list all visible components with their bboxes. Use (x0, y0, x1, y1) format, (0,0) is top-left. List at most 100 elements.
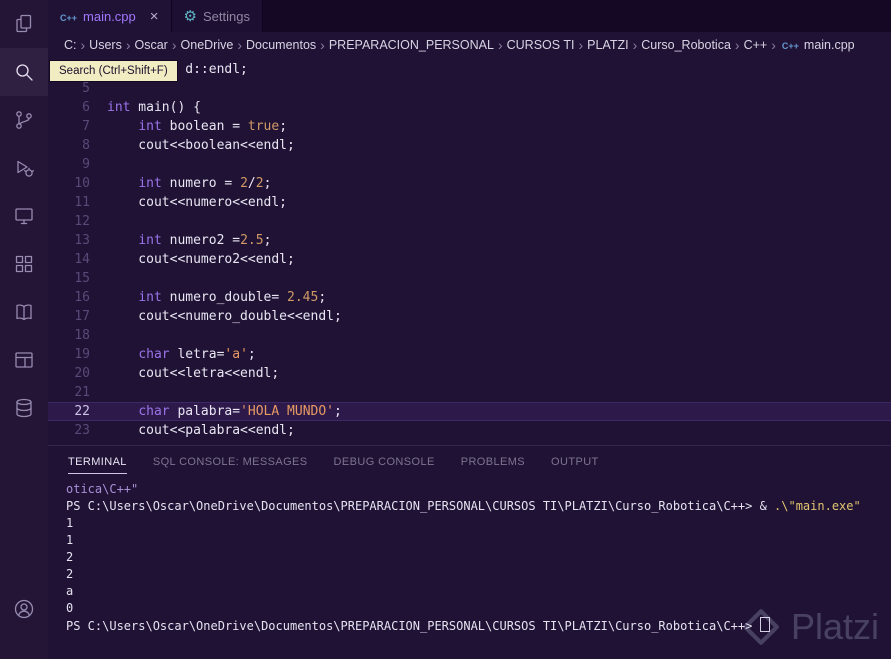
line-number: 16 (74, 290, 90, 305)
remote-explorer-icon[interactable] (0, 192, 48, 240)
code-editor[interactable]: Search (Ctrl+Shift+F) 4 d::endl;56int ma… (48, 58, 891, 445)
code-line[interactable]: 20 cout<<letra<<endl; (48, 364, 891, 383)
code-line[interactable]: 17 cout<<numero_double<<endl; (48, 307, 891, 326)
chevron-right-icon: › (171, 37, 177, 53)
code-line[interactable]: 7 int boolean = true; (48, 117, 891, 136)
code-line[interactable]: 21 (48, 383, 891, 402)
tab-main-cpp[interactable]: C++ main.cpp × (48, 0, 172, 32)
code-line[interactable]: 8 cout<<boolean<<endl; (48, 136, 891, 155)
terminal-line: 2 (66, 550, 74, 564)
code-line[interactable]: 14 cout<<numero2<<endl; (48, 250, 891, 269)
code-line-current[interactable]: 22 char palabra='HOLA MUNDO'; (48, 402, 891, 421)
code-text: int main() { (107, 100, 201, 115)
line-number: 14 (74, 252, 90, 267)
line-number: 22 (74, 404, 90, 419)
chevron-right-icon: › (125, 37, 131, 53)
code-line[interactable]: 16 int numero_double= 2.45; (48, 288, 891, 307)
panel-tab-output[interactable]: OUTPUT (551, 449, 599, 473)
code-line[interactable]: 13 int numero2 =2.5; (48, 231, 891, 250)
chevron-right-icon: › (578, 37, 584, 53)
code-line[interactable]: 6 int main() { (48, 98, 891, 117)
code-text: int numero = 2/2; (138, 176, 272, 191)
line-number: 9 (82, 157, 90, 172)
line-number: 13 (74, 233, 90, 248)
code-line[interactable]: 9 (48, 155, 891, 174)
cpp-icon: C++ (60, 12, 78, 23)
code-text: cout<<numero_double<<endl; (107, 309, 342, 324)
terminal-line: PS C:\Users\Oscar\OneDrive\Documentos\PR… (66, 499, 861, 513)
tab-label: Settings (202, 8, 250, 24)
breadcrumb-item[interactable]: PLATZI (585, 38, 630, 52)
close-icon[interactable]: × (150, 9, 159, 24)
activity-bar (0, 0, 48, 659)
terminal-cursor (759, 617, 770, 632)
code-text: cout<<boolean<<endl; (107, 138, 295, 153)
breadcrumb-item[interactable]: C++ (742, 38, 770, 52)
code-line[interactable]: 11 cout<<numero<<endl; (48, 193, 891, 212)
breadcrumb-item[interactable]: OneDrive (179, 38, 236, 52)
account-icon[interactable] (0, 585, 48, 633)
files-icon[interactable] (0, 0, 48, 48)
run-debug-icon[interactable] (0, 144, 48, 192)
code-line[interactable]: 18 (48, 326, 891, 345)
breadcrumb-item[interactable]: CURSOS TI (505, 38, 577, 52)
line-number: 11 (74, 195, 90, 210)
line-number: 12 (74, 214, 90, 229)
panel-tab-terminal[interactable]: TERMINAL (68, 449, 127, 474)
bottom-panel: TERMINAL SQL CONSOLE: MESSAGES DEBUG CONSO… (48, 445, 891, 659)
panel-tab-sql-console-messages[interactable]: SQL CONSOLE: MESSAGES (153, 449, 308, 473)
gear-icon: ⚙ (183, 7, 197, 25)
line-number: 21 (74, 385, 90, 400)
chevron-right-icon: › (632, 37, 638, 53)
code-text: cout<<letra<<endl; (107, 366, 280, 381)
book-icon[interactable] (0, 288, 48, 336)
cpp-icon: C++ (781, 41, 799, 51)
code-text: cout<<numero<<endl; (107, 195, 288, 210)
panel-tab-problems[interactable]: PROBLEMS (461, 449, 525, 473)
code-line[interactable]: 15 (48, 269, 891, 288)
code-text: int numero2 =2.5; (138, 233, 272, 248)
line-number: 10 (74, 176, 90, 191)
code-line[interactable]: 12 (48, 212, 891, 231)
breadcrumb-item[interactable]: Oscar (133, 38, 170, 52)
chevron-right-icon: › (734, 37, 740, 53)
line-number: 23 (74, 423, 90, 438)
tab-label: main.cpp (83, 8, 136, 24)
tab-settings[interactable]: ⚙ Settings (171, 0, 263, 32)
breadcrumb-item[interactable]: PREPARACION_PERSONAL (327, 38, 496, 52)
chevron-right-icon: › (771, 37, 776, 53)
terminal-line: PS C:\Users\Oscar\OneDrive\Documentos\PR… (66, 617, 891, 635)
breadcrumb-item[interactable]: Users (87, 38, 124, 52)
code-text: int numero_double= 2.45; (138, 290, 327, 305)
main-column: C++ main.cpp × ⚙ Settings C: › Users › Oscar › One… (48, 0, 891, 659)
code-text: int boolean = true; (138, 119, 288, 134)
search-icon[interactable] (0, 48, 48, 96)
code-text: char palabra='HOLA MUNDO'; (138, 404, 342, 419)
panel-tab-debug-console[interactable]: DEBUG CONSOLE (334, 449, 435, 473)
terminal-line: 1 (66, 516, 74, 530)
line-number: 6 (82, 100, 90, 115)
code-text: char letra='a'; (138, 347, 256, 362)
chevron-right-icon: › (320, 37, 325, 53)
line-number: 15 (74, 271, 90, 286)
breadcrumb-item[interactable]: Documentos (244, 38, 318, 52)
line-number: 8 (82, 138, 90, 153)
code-line[interactable]: 23 cout<<palabra<<endl; (48, 421, 891, 440)
line-number: 17 (74, 309, 90, 324)
terminal[interactable]: otica\C++" PS C:\Users\Oscar\OneDrive\Doc… (48, 476, 891, 659)
breadcrumb-item[interactable]: C: (62, 38, 79, 52)
search-tooltip: Search (Ctrl+Shift+F) (49, 60, 178, 82)
terminal-line: 0 (66, 601, 74, 615)
source-control-icon[interactable] (0, 96, 48, 144)
chevron-right-icon: › (237, 37, 242, 53)
breadcrumb-item[interactable]: Curso_Robotica (639, 38, 733, 52)
code-line[interactable]: 10 int numero = 2/2; (48, 174, 891, 193)
terminal-line: 2 (66, 567, 74, 581)
window-layout-icon[interactable] (0, 336, 48, 384)
terminal-line: a (66, 584, 74, 598)
breadcrumb-item[interactable]: main.cpp (802, 38, 857, 52)
editor-tab-bar: C++ main.cpp × ⚙ Settings (48, 0, 891, 32)
code-line[interactable]: 19 char letra='a'; (48, 345, 891, 364)
database-icon[interactable] (0, 384, 48, 432)
extensions-icon[interactable] (0, 240, 48, 288)
